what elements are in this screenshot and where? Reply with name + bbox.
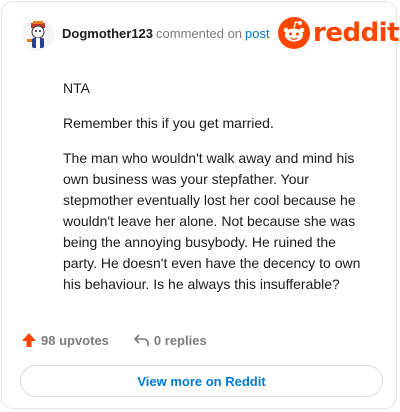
view-more-on-reddit-button[interactable]: View more on Reddit: [20, 365, 383, 397]
embedded-comment-card: Dogmother123 commented on post reddit NTA …: [1, 1, 400, 409]
username-link[interactable]: Dogmother123: [62, 26, 153, 41]
reply-arrow-icon: [134, 334, 149, 346]
upvotes-count: 98 upvotes: [41, 332, 109, 348]
replies-button[interactable]: 0 replies: [133, 332, 207, 348]
upvotes-button[interactable]: 98 upvotes: [21, 332, 109, 348]
upvote-arrow-icon: [22, 333, 36, 347]
reddit-logo[interactable]: reddit: [278, 16, 400, 50]
comment-paragraph: NTA: [63, 80, 90, 96]
comment-paragraph: Remember this if you get married.: [63, 115, 274, 131]
commented-on-text: commented on: [156, 26, 243, 41]
reddit-wordmark: reddit: [313, 18, 400, 48]
post-link[interactable]: post: [245, 26, 270, 41]
user-avatar[interactable]: [22, 19, 54, 51]
comment-body: NTA Remember this if you get married. Th…: [63, 78, 363, 309]
reddit-snoo-icon: [278, 17, 310, 49]
comment-actions: 98 upvotes 0 replies: [21, 332, 207, 348]
replies-count: 0 replies: [153, 332, 207, 348]
comment-header: Dogmother123 commented on post: [62, 26, 270, 42]
comment-paragraph: The man who wouldn't walk away and mind …: [63, 150, 361, 292]
